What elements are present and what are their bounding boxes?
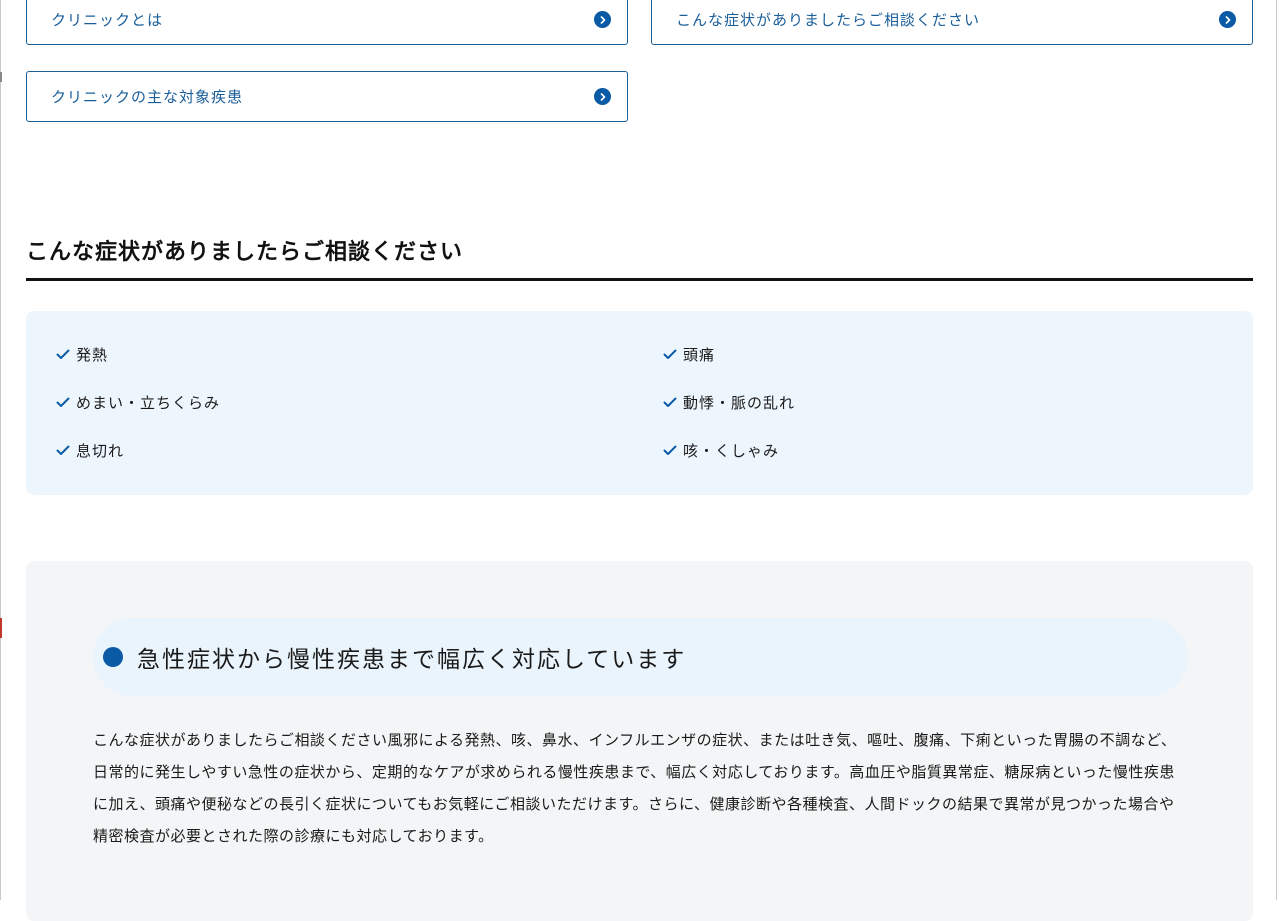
info-heading: 急性症状から慢性疾患まで幅広く対応しています [93,618,1188,696]
check-icon [56,397,70,408]
symptom-label: 咳・くしゃみ [683,442,780,460]
check-icon [56,349,70,360]
nav-link-about-clinic[interactable]: クリニックとは [26,0,628,45]
info-heading-text: 急性症状から慢性疾患まで幅広く対応しています [137,647,687,673]
symptom-label: 動悸・脈の乱れ [683,394,796,412]
edge-marker [0,72,2,82]
symptom-label: めまい・立ちくらみ [76,394,221,412]
nav-link-symptoms[interactable]: こんな症状がありましたらご相談ください [651,0,1253,45]
symptom-label: 息切れ [76,442,125,460]
symptom-item: 咳・くしゃみ [663,440,779,461]
check-icon [56,445,70,456]
symptom-item: 発熱 [56,344,108,365]
symptom-item: めまい・立ちくらみ [56,392,220,413]
bullet-dot-icon [103,647,123,667]
symptom-item: 動悸・脈の乱れ [663,392,795,413]
symptom-item: 息切れ [56,440,124,461]
check-icon [663,445,677,456]
nav-link-label: クリニックの主な対象疾患 [51,88,244,106]
chevron-right-circle-icon [1219,11,1236,28]
info-body-text: こんな症状がありましたらご相談ください風邪による発熱、咳、鼻水、インフルエンザの… [93,731,1177,845]
nav-link-label: こんな症状がありましたらご相談ください [676,11,981,29]
nav-link-label: クリニックとは [51,11,164,29]
nav-link-target-diseases[interactable]: クリニックの主な対象疾患 [26,71,628,122]
symptom-label: 頭痛 [683,346,716,364]
symptom-label: 発熱 [76,346,109,364]
symptoms-section-title: こんな症状がありましたらご相談ください [26,240,464,265]
check-icon [663,397,677,408]
chevron-right-circle-icon [594,88,611,105]
section-divider [26,278,1253,281]
edge-marker [0,618,2,638]
chevron-right-circle-icon [594,11,611,28]
check-icon [663,349,677,360]
symptom-item: 頭痛 [663,344,715,365]
